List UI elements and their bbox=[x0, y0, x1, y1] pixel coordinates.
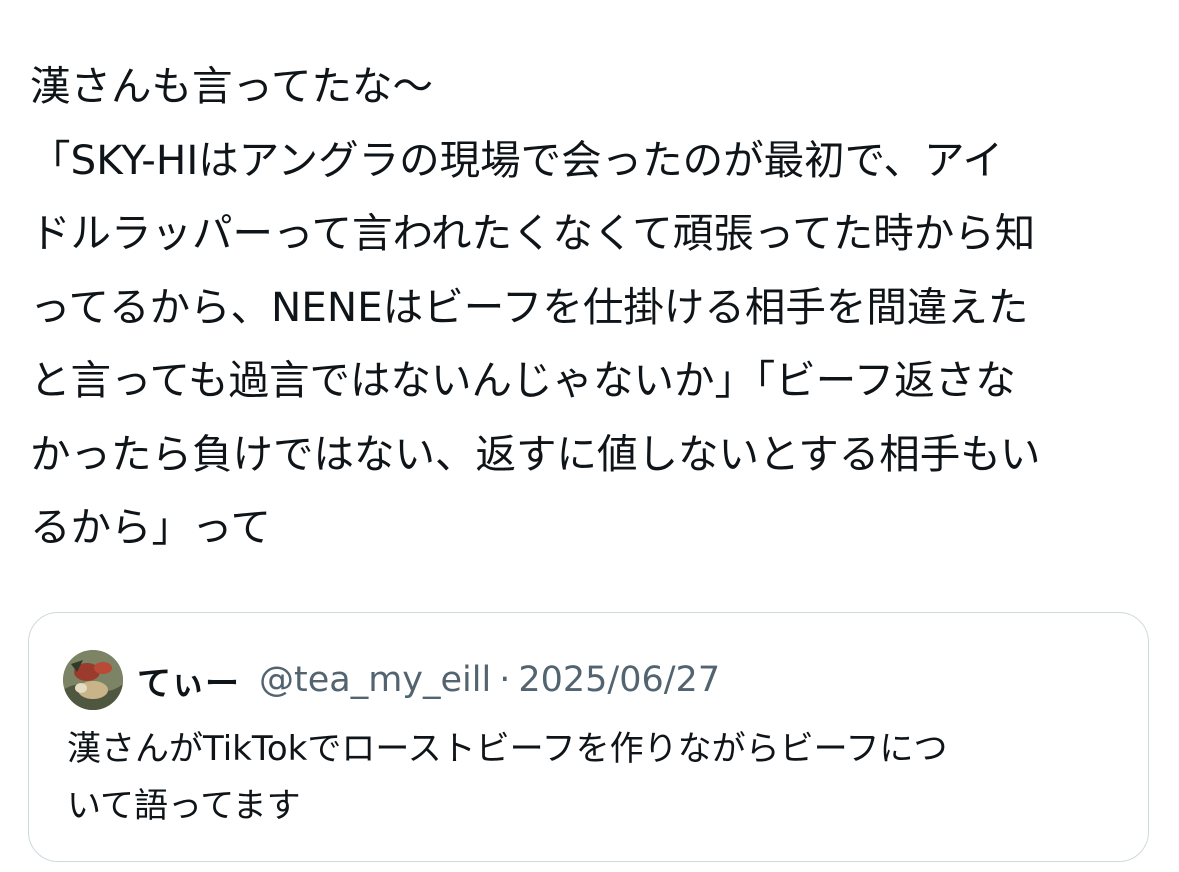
avatar[interactable] bbox=[63, 650, 123, 710]
quoted-text-line: いて語ってます bbox=[67, 786, 301, 826]
separator-dot: · bbox=[499, 660, 511, 700]
quoted-post-header: てぃー @tea_my_eill · 2025/06/27 bbox=[63, 649, 720, 711]
post-body: 漢さんも言ってたな〜 「SKY-HIはアングラの現場で会ったのが最初で、アイ ド… bbox=[30, 50, 1155, 565]
post-text-line: ってるから、NENEはビーフを仕掛ける相手を間違えた bbox=[30, 282, 1029, 331]
quoted-text-line: 漢さんがTikTokでローストビーフを作りながらビーフにつ bbox=[67, 729, 948, 769]
post-text-line: るから」って bbox=[30, 503, 271, 551]
quoted-post-card[interactable]: てぃー @tea_my_eill · 2025/06/27 漢さんがTikTok… bbox=[28, 612, 1149, 862]
post-text-line: ドルラッパーって言われたくなくて頑張ってた時から知 bbox=[30, 209, 1036, 257]
post-text-line: かったら負けではない、返すに値しないとする相手もい bbox=[30, 429, 1041, 478]
post-text-line: と言っても過言ではないんじゃないか」「ビーフ返さな bbox=[30, 356, 1016, 404]
profile-photo-avatar-icon bbox=[63, 650, 123, 710]
post-text-line: 「SKY-HIはアングラの現場で会ったのが最初で、アイ bbox=[30, 135, 1004, 184]
post-date[interactable]: 2025/06/27 bbox=[518, 660, 720, 700]
author-handle[interactable]: @tea_my_eill bbox=[259, 660, 491, 700]
post-text: 漢さんも言ってたな〜 「SKY-HIはアングラの現場で会ったのが最初で、アイ ド… bbox=[30, 50, 1155, 565]
post-text-line: 漢さんも言ってたな〜 bbox=[30, 62, 433, 110]
quoted-post-text: 漢さんがTikTokでローストビーフを作りながらビーフにつ いて語ってます bbox=[67, 721, 1127, 835]
author-name[interactable]: てぃー bbox=[137, 656, 239, 705]
